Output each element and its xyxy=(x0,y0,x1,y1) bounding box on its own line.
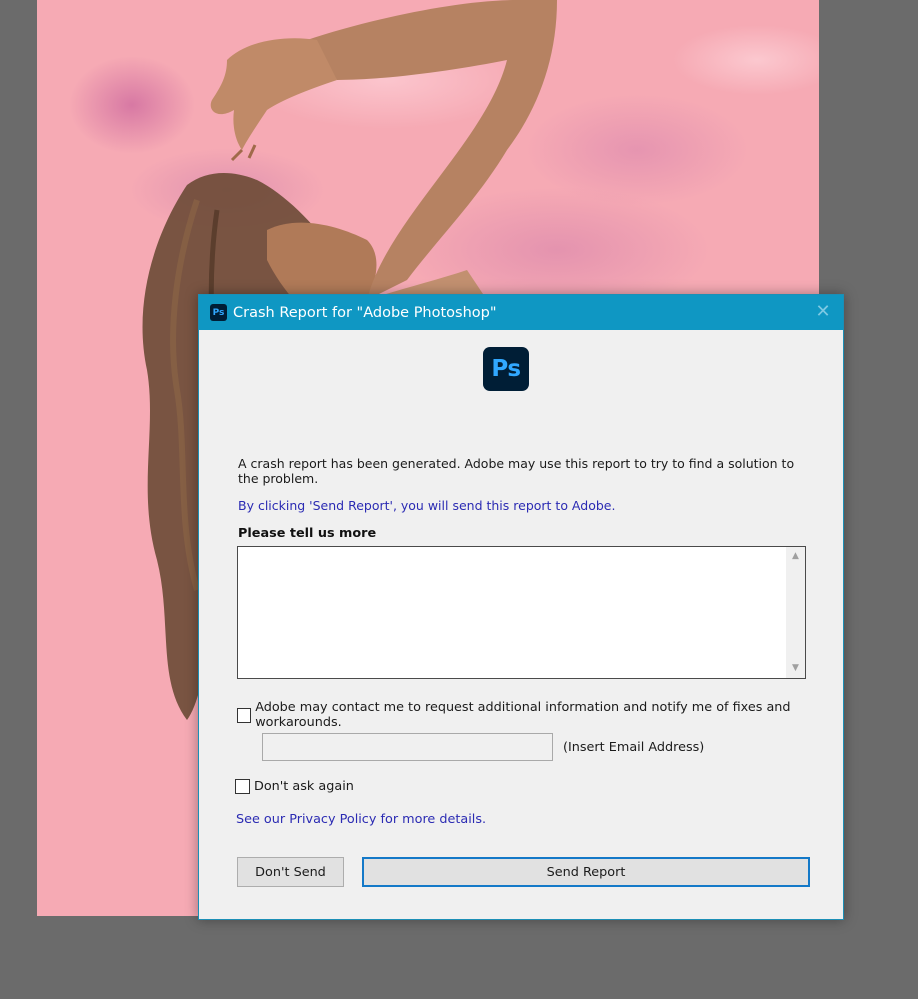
feedback-scrollbar[interactable]: ▲ ▼ xyxy=(786,547,805,678)
dialog-title: Crash Report for "Adobe Photoshop" xyxy=(233,304,497,321)
send-report-info: By clicking 'Send Report', you will send… xyxy=(238,498,616,513)
dont-ask-checkbox[interactable] xyxy=(235,779,250,794)
dont-send-button[interactable]: Don't Send xyxy=(237,857,344,887)
dont-ask-option[interactable]: Don't ask again xyxy=(235,779,354,794)
send-report-button[interactable]: Send Report xyxy=(362,857,810,887)
privacy-policy-link[interactable]: See our Privacy Policy for more details. xyxy=(236,812,486,827)
feedback-textarea[interactable] xyxy=(238,547,786,678)
close-icon[interactable]: ✕ xyxy=(813,302,833,322)
dont-ask-checkbox-label: Don't ask again xyxy=(254,779,354,794)
contact-checkbox[interactable] xyxy=(237,707,252,723)
chevron-up-icon[interactable]: ▲ xyxy=(786,548,805,565)
dialog-titlebar[interactable]: Ps Crash Report for "Adobe Photoshop" ✕ xyxy=(199,295,843,330)
contact-option[interactable]: Adobe may contact me to request addition… xyxy=(237,700,843,730)
chevron-down-icon[interactable]: ▼ xyxy=(786,660,805,677)
email-field[interactable] xyxy=(262,733,553,761)
crash-report-dialog: Ps Crash Report for "Adobe Photoshop" ✕ … xyxy=(198,294,844,920)
email-hint: (Insert Email Address) xyxy=(563,740,705,755)
photoshop-app-icon: Ps xyxy=(210,304,227,321)
photoshop-logo-icon: Ps xyxy=(483,347,529,391)
crash-message: A crash report has been generated. Adobe… xyxy=(238,456,795,486)
feedback-box: ▲ ▼ xyxy=(237,546,806,679)
contact-checkbox-label: Adobe may contact me to request addition… xyxy=(255,700,791,730)
feedback-label: Please tell us more xyxy=(238,526,377,541)
